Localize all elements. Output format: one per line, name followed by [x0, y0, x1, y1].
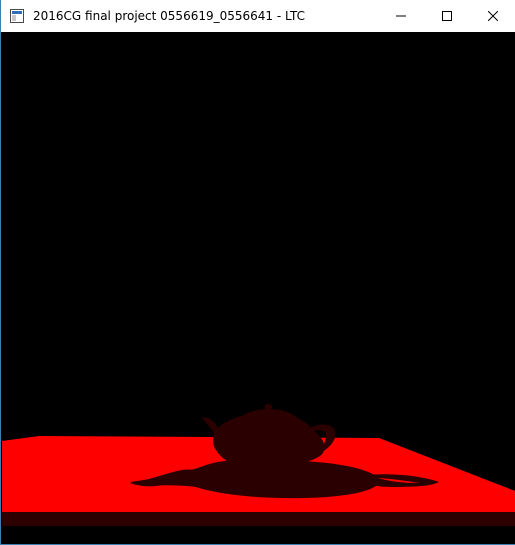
maximize-button[interactable] — [424, 0, 470, 32]
window-controls — [378, 0, 515, 32]
application-icon[interactable] — [10, 9, 24, 23]
close-icon — [488, 11, 498, 21]
minimize-button[interactable] — [378, 0, 424, 32]
close-button[interactable] — [470, 0, 515, 32]
title-bar[interactable]: 2016CG final project 0556619_0556641 - L… — [1, 0, 515, 32]
ground-plane-front-edge — [2, 512, 515, 526]
window-title: 2016CG final project 0556619_0556641 - L… — [33, 9, 306, 23]
maximize-icon — [442, 11, 452, 21]
application-window: 2016CG final project 0556619_0556641 - L… — [0, 0, 515, 545]
opengl-viewport[interactable] — [2, 32, 515, 544]
rendered-scene — [2, 32, 515, 544]
minimize-icon — [396, 15, 406, 17]
